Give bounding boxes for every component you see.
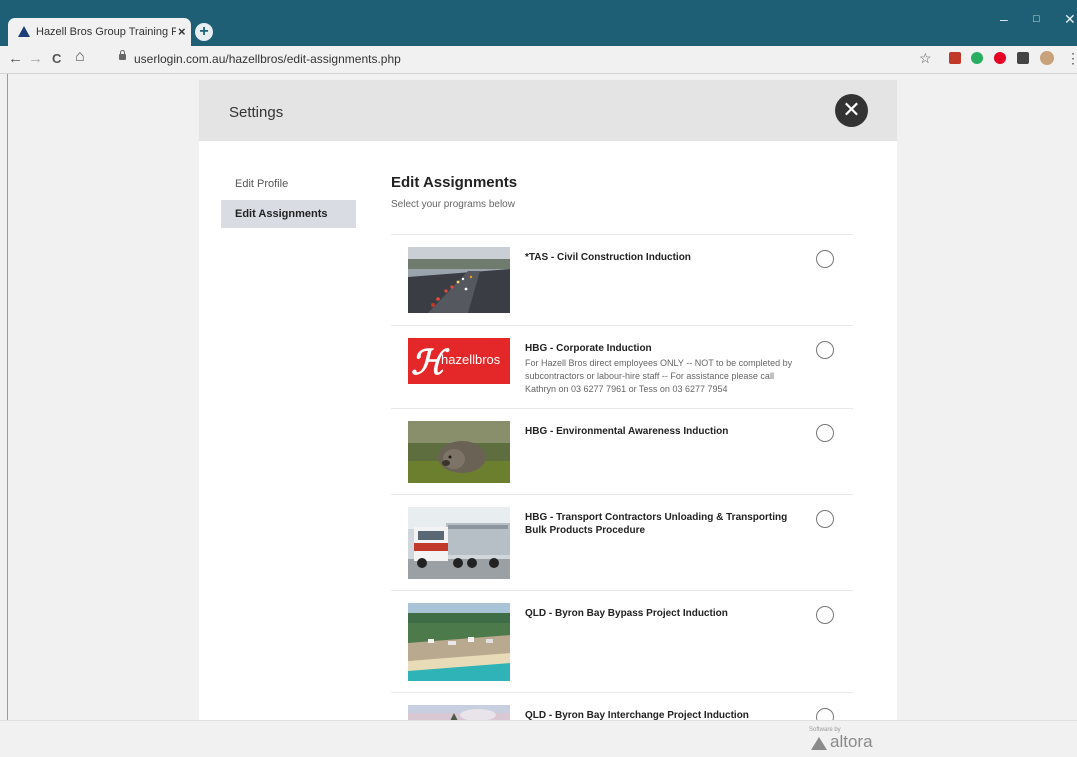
- altora-brand-text: altora: [830, 732, 873, 751]
- address-bar[interactable]: userlogin.com.au/hazellbros/edit-assignm…: [134, 52, 401, 66]
- profile-avatar[interactable]: [1040, 51, 1054, 65]
- maximize-icon[interactable]: □: [1033, 13, 1040, 25]
- program-item[interactable]: QLD - Byron Bay Interchange Project Indu…: [391, 692, 853, 723]
- page-subtitle: Select your programs below: [391, 199, 515, 210]
- program-thumbnail: [408, 507, 510, 579]
- grammarly-extension-icon[interactable]: [971, 52, 983, 64]
- program-item[interactable]: *TAS - Civil Construction Induction: [391, 234, 853, 326]
- page-footer: Software by altora: [0, 720, 1077, 757]
- back-icon[interactable]: ←: [8, 50, 23, 67]
- program-item[interactable]: ℋ hazellbros HBG - Corporate Induction F…: [391, 325, 853, 409]
- program-thumbnail: [408, 247, 510, 313]
- program-title: QLD - Byron Bay Bypass Project Induction: [525, 608, 728, 619]
- program-select-radio[interactable]: [816, 606, 834, 624]
- modal-close-button[interactable]: ✕: [835, 94, 868, 127]
- home-icon[interactable]: ⌂: [75, 48, 85, 66]
- browser-menu-icon[interactable]: ⋮: [1066, 50, 1077, 67]
- program-select-radio[interactable]: [816, 250, 834, 268]
- program-item[interactable]: HBG - Transport Contractors Unloading & …: [391, 494, 853, 591]
- program-title: HBG - Environmental Awareness Induction: [525, 426, 729, 437]
- browser-titlebar: Hazell Bros Group Training Platfo × + – …: [0, 0, 1077, 46]
- altora-brand[interactable]: altora: [811, 732, 873, 752]
- new-tab-button[interactable]: +: [195, 23, 213, 41]
- program-description: For Hazell Bros direct employees ONLY --…: [525, 358, 793, 394]
- sidebar-item-edit-assignments[interactable]: Edit Assignments: [221, 200, 356, 228]
- program-thumbnail: [408, 603, 510, 681]
- pdf-extension-icon[interactable]: [949, 52, 961, 64]
- forward-icon[interactable]: →: [28, 50, 43, 67]
- program-select-radio[interactable]: [816, 510, 834, 528]
- program-title: *TAS - Civil Construction Induction: [525, 252, 691, 263]
- browser-tab[interactable]: Hazell Bros Group Training Platfo ×: [8, 18, 191, 46]
- tab-title: Hazell Bros Group Training Platfo: [36, 26, 176, 38]
- program-title: HBG - Transport Contractors Unloading & …: [525, 512, 788, 536]
- lock-icon: [119, 50, 126, 60]
- altora-logo-icon: [811, 737, 827, 750]
- tab-close-icon[interactable]: ×: [178, 24, 186, 39]
- program-title: HBG - Corporate Induction: [525, 343, 652, 354]
- page-background: Settings ✕ Edit Profile Edit Assignments…: [0, 74, 1077, 757]
- minimize-icon[interactable]: –: [1000, 11, 1008, 27]
- program-thumbnail: [408, 421, 510, 483]
- window-close-icon[interactable]: ✕: [1064, 11, 1076, 28]
- altora-favicon-icon: [18, 26, 30, 37]
- pinterest-extension-icon[interactable]: [994, 52, 1006, 64]
- program-select-radio[interactable]: [816, 341, 834, 359]
- program-item[interactable]: QLD - Byron Bay Bypass Project Induction: [391, 590, 853, 693]
- bookmark-star-icon[interactable]: ☆: [919, 50, 932, 67]
- browser-toolbar: ← → C ⌂ userlogin.com.au/hazellbros/edit…: [0, 46, 1077, 74]
- program-item[interactable]: HBG - Environmental Awareness Induction: [391, 408, 853, 495]
- settings-modal: Settings ✕ Edit Profile Edit Assignments…: [199, 80, 897, 723]
- program-select-radio[interactable]: [816, 424, 834, 442]
- program-thumbnail: ℋ hazellbros: [408, 338, 510, 384]
- reload-icon[interactable]: C: [52, 51, 61, 66]
- modal-header: Settings ✕: [199, 80, 897, 141]
- hazellbros-logo-text: hazellbros: [441, 352, 501, 367]
- modal-title: Settings: [229, 104, 284, 121]
- sidebar-item-edit-profile[interactable]: Edit Profile: [221, 170, 356, 198]
- page-title: Edit Assignments: [391, 174, 518, 191]
- puzzle-extension-icon[interactable]: [1017, 52, 1029, 64]
